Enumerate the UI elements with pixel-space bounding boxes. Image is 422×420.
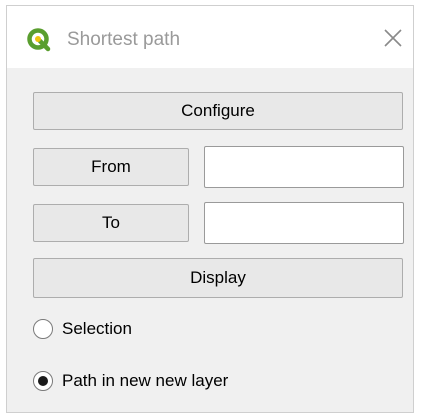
selection-radio[interactable] — [33, 319, 53, 339]
configure-button[interactable]: Configure — [33, 92, 403, 130]
radio-selected-dot — [38, 376, 48, 386]
display-button[interactable]: Display — [33, 258, 403, 298]
qgis-logo-icon — [27, 28, 51, 52]
new-layer-label: Path in new new layer — [62, 371, 229, 390]
new-layer-radio[interactable] — [33, 371, 53, 391]
close-icon — [383, 28, 403, 53]
to-button[interactable]: To — [33, 204, 189, 242]
shortest-path-dialog: Shortest path Configure From To Display … — [6, 5, 414, 413]
title-bar: Shortest path — [7, 6, 413, 68]
selection-label: Selection — [62, 319, 132, 338]
radio-option-selection[interactable]: Selection — [33, 316, 132, 342]
from-field[interactable] — [204, 146, 404, 188]
window-title: Shortest path — [67, 29, 181, 50]
close-button[interactable] — [377, 24, 409, 56]
radio-option-new-layer[interactable]: Path in new new layer — [33, 368, 228, 394]
to-field[interactable] — [204, 202, 404, 244]
from-button[interactable]: From — [33, 148, 189, 186]
